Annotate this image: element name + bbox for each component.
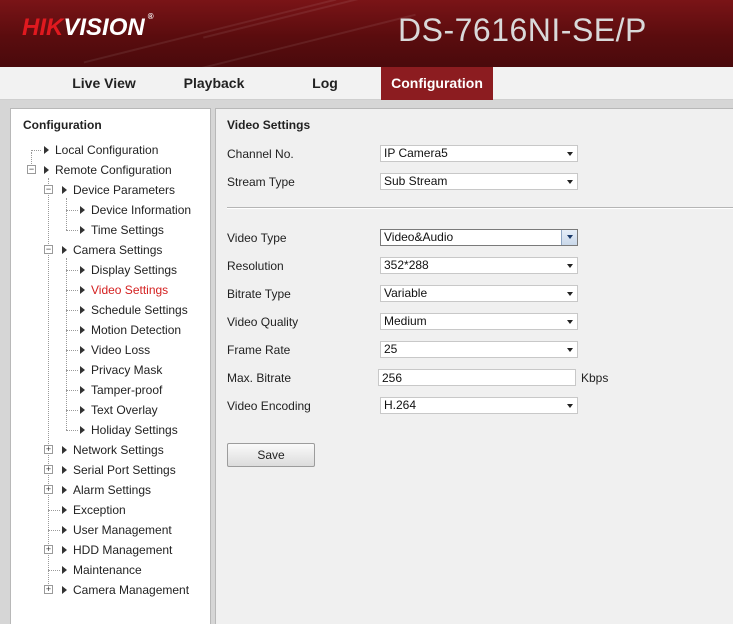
dropdown-arrow-icon — [567, 404, 573, 408]
expand-alarm-settings-icon[interactable]: + — [44, 485, 53, 494]
triangle-right-icon — [62, 186, 67, 194]
triangle-right-icon — [62, 466, 67, 474]
sidebar-item-holiday-settings[interactable]: Holiday Settings — [80, 421, 178, 439]
expand-hdd-management-icon[interactable]: + — [44, 545, 53, 554]
triangle-right-icon — [80, 266, 85, 274]
tab-playback[interactable]: Playback — [170, 67, 258, 100]
dropdown-arrow-icon — [567, 320, 573, 324]
dropdown-arrow-icon — [567, 235, 573, 239]
triangle-right-icon — [62, 546, 67, 554]
collapse-device-params-icon[interactable]: − — [44, 185, 53, 194]
triangle-right-icon — [62, 486, 67, 494]
triangle-right-icon — [80, 406, 85, 414]
sidebar-item-video-loss[interactable]: Video Loss — [80, 341, 150, 359]
sidebar-item-time-settings[interactable]: Time Settings — [80, 221, 164, 239]
sidebar-item-camera-management[interactable]: Camera Management — [62, 581, 189, 599]
resolution-select[interactable]: 352*288 — [380, 257, 578, 274]
dropdown-arrow-icon — [567, 264, 573, 268]
video-quality-label: Video Quality — [227, 315, 299, 329]
sidebar-item-display-settings[interactable]: Display Settings — [80, 261, 177, 279]
sidebar-item-text-overlay[interactable]: Text Overlay — [80, 401, 158, 419]
triangle-right-icon — [62, 446, 67, 454]
sidebar-item-network-settings[interactable]: Network Settings — [62, 441, 164, 459]
triangle-right-icon — [80, 326, 85, 334]
sidebar-item-remote-configuration[interactable]: Remote Configuration — [44, 161, 172, 179]
section-divider — [227, 207, 733, 209]
stream-type-select[interactable]: Sub Stream — [380, 173, 578, 190]
sidebar-item-exception[interactable]: Exception — [62, 501, 126, 519]
stream-type-label: Stream Type — [227, 175, 295, 189]
main-nav: Live View Playback Log Configuration — [0, 67, 733, 100]
video-type-label: Video Type — [227, 231, 287, 245]
tab-configuration[interactable]: Configuration — [381, 67, 493, 100]
save-button[interactable]: Save — [227, 443, 315, 467]
sidebar-title: Configuration — [23, 118, 102, 132]
collapse-remote-config-icon[interactable]: − — [27, 165, 36, 174]
channel-select[interactable]: IP Camera5 — [380, 145, 578, 162]
channel-label: Channel No. — [227, 147, 294, 161]
max-bitrate-input[interactable] — [378, 369, 576, 386]
max-bitrate-unit: Kbps — [581, 371, 609, 385]
sidebar-item-maintenance[interactable]: Maintenance — [62, 561, 142, 579]
triangle-right-icon — [80, 306, 85, 314]
max-bitrate-label: Max. Bitrate — [227, 371, 292, 385]
triangle-right-icon — [44, 146, 49, 154]
triangle-right-icon — [80, 346, 85, 354]
device-model: DS-7616NI-SE/P — [398, 12, 647, 48]
collapse-camera-settings-icon[interactable]: − — [44, 245, 53, 254]
sidebar-item-alarm-settings[interactable]: Alarm Settings — [62, 481, 151, 499]
triangle-right-icon — [62, 246, 67, 254]
sidebar-item-motion-detection[interactable]: Motion Detection — [80, 321, 181, 339]
frame-rate-select[interactable]: 25 — [380, 341, 578, 358]
triangle-right-icon — [80, 226, 85, 234]
sidebar-item-schedule-settings[interactable]: Schedule Settings — [80, 301, 188, 319]
triangle-right-icon — [80, 206, 85, 214]
triangle-right-icon — [80, 286, 85, 294]
video-encoding-select[interactable]: H.264 — [380, 397, 578, 414]
dropdown-arrow-icon — [567, 152, 573, 156]
tab-live-view[interactable]: Live View — [60, 67, 148, 100]
sidebar-item-local-configuration[interactable]: Local Configuration — [44, 141, 158, 159]
frame-rate-label: Frame Rate — [227, 343, 291, 357]
expand-network-settings-icon[interactable]: + — [44, 445, 53, 454]
expand-serial-port-icon[interactable]: + — [44, 465, 53, 474]
triangle-right-icon — [80, 366, 85, 374]
dropdown-arrow-icon — [567, 180, 573, 184]
video-quality-select[interactable]: Medium — [380, 313, 578, 330]
sidebar-item-camera-settings[interactable]: Camera Settings — [62, 241, 162, 259]
video-encoding-label: Video Encoding — [227, 399, 311, 413]
triangle-right-icon — [80, 426, 85, 434]
triangle-right-icon — [62, 526, 67, 534]
video-type-select[interactable]: Video&Audio — [380, 229, 578, 246]
triangle-right-icon — [62, 586, 67, 594]
sidebar-item-user-management[interactable]: User Management — [62, 521, 172, 539]
sidebar-item-tamper-proof[interactable]: Tamper-proof — [80, 381, 162, 399]
hikvision-logo: HIKVISION ® — [22, 12, 154, 41]
triangle-right-icon — [62, 506, 67, 514]
dropdown-arrow-icon — [567, 292, 573, 296]
sidebar-item-hdd-management[interactable]: HDD Management — [62, 541, 172, 559]
app-header: HIKVISION ® DS-7616NI-SE/P — [0, 0, 733, 67]
sidebar-item-privacy-mask[interactable]: Privacy Mask — [80, 361, 162, 379]
sidebar-item-device-parameters[interactable]: Device Parameters — [62, 181, 175, 199]
triangle-right-icon — [62, 566, 67, 574]
sidebar-item-serial-port-settings[interactable]: Serial Port Settings — [62, 461, 176, 479]
triangle-right-icon — [44, 166, 49, 174]
resolution-label: Resolution — [227, 259, 284, 273]
tab-log[interactable]: Log — [290, 67, 360, 100]
dropdown-button — [561, 230, 577, 245]
triangle-right-icon — [80, 386, 85, 394]
sidebar-item-device-information[interactable]: Device Information — [80, 201, 191, 219]
sidebar-item-video-settings[interactable]: Video Settings — [80, 281, 168, 299]
bitrate-type-label: Bitrate Type — [227, 287, 291, 301]
page-title: Video Settings — [227, 118, 311, 132]
bitrate-type-select[interactable]: Variable — [380, 285, 578, 302]
expand-camera-management-icon[interactable]: + — [44, 585, 53, 594]
dropdown-arrow-icon — [567, 348, 573, 352]
